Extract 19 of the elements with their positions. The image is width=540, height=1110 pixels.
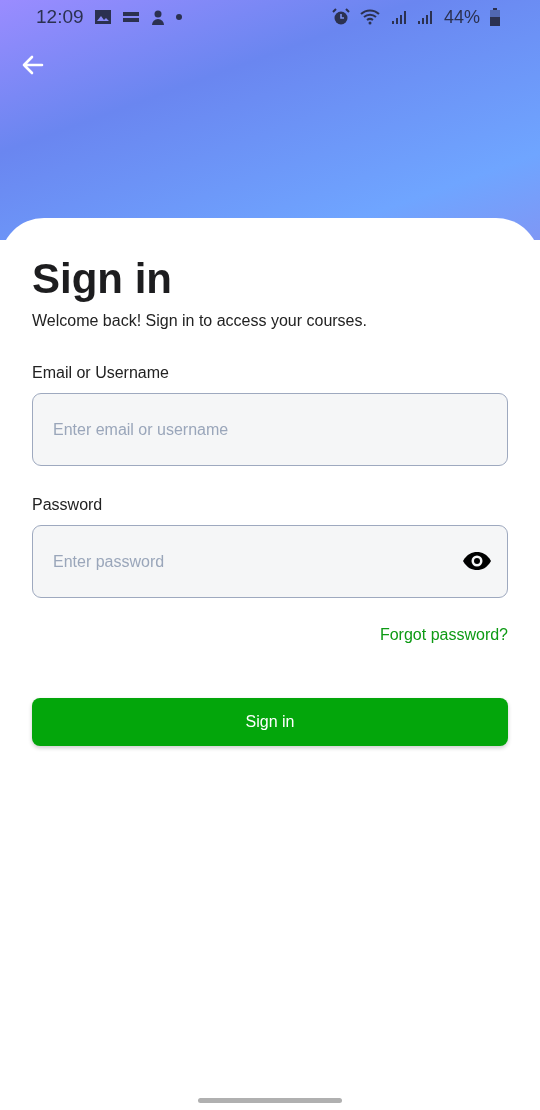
person-icon — [149, 9, 166, 25]
signal-icon — [417, 9, 434, 25]
email-field[interactable]: Enter email or username — [32, 393, 508, 467]
signal-icon — [391, 9, 408, 25]
battery-percent: 44% — [443, 6, 480, 28]
image-icon — [93, 9, 112, 25]
field-label: Password — [32, 496, 103, 515]
password-field[interactable]: Enter password — [32, 525, 508, 599]
wifi-icon — [359, 8, 382, 26]
battery-icon — [490, 8, 500, 26]
alarm-icon — [331, 8, 350, 26]
field-label: Email or Username — [32, 364, 169, 383]
forgot-password-link[interactable]: Forgot password? — [379, 626, 508, 645]
sign-in-button[interactable]: Sign in — [32, 698, 508, 747]
status-time: 12:09 — [36, 6, 84, 28]
page-title: Sign in — [32, 256, 172, 303]
show-password-icon[interactable] — [462, 551, 492, 572]
dot-icon — [175, 14, 182, 20]
subtitle: Welcome back! Sign in to access your courses. — [32, 312, 367, 331]
